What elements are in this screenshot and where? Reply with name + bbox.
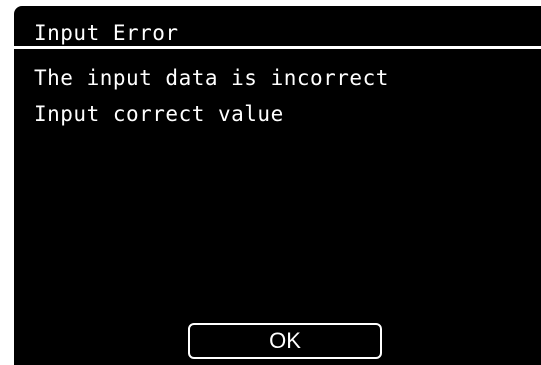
title-divider	[14, 46, 541, 49]
error-message-line-1: The input data is incorrect	[34, 66, 389, 90]
error-message-line-2: Input correct value	[34, 102, 284, 126]
input-error-dialog: Input Error The input data is incorrect …	[14, 6, 541, 365]
ok-button[interactable]: OK	[188, 323, 382, 359]
dialog-title: Input Error	[34, 21, 179, 45]
